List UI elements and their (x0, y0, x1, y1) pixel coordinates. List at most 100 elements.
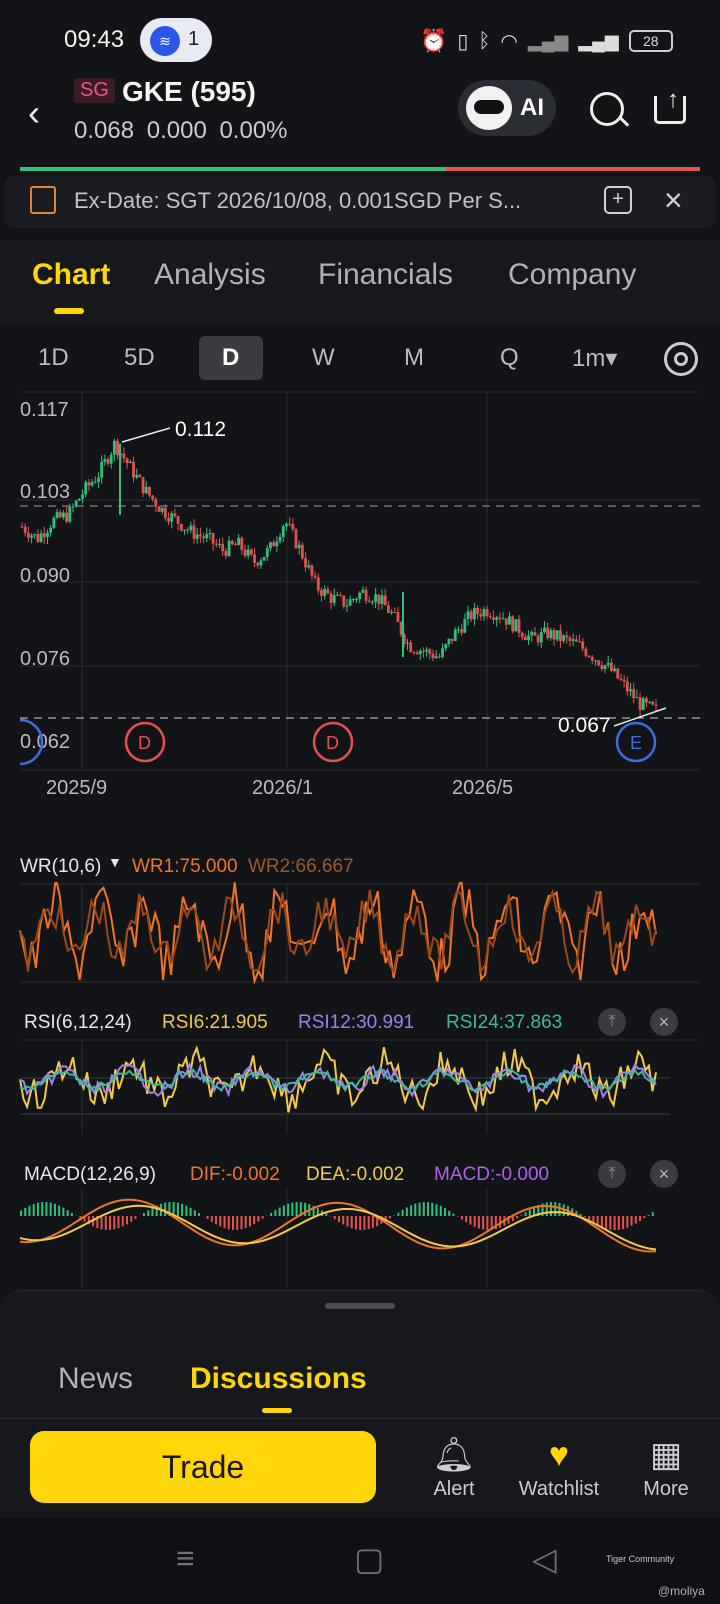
price-chart[interactable]: 0.117 0.103 0.090 0.076 0.062 2025/9 202… (0, 390, 720, 810)
high-price-label: 0.112 (175, 418, 226, 441)
candle-body (606, 662, 610, 666)
candle-body (571, 639, 575, 641)
candle-body (600, 665, 604, 669)
candle-body (616, 668, 620, 679)
candle-body (103, 459, 107, 462)
watchlist-button[interactable]: ♥ Watchlist (509, 1432, 609, 1501)
macd-bar (354, 1216, 357, 1230)
tab-discussions[interactable]: Discussions (190, 1362, 367, 1396)
period-m[interactable]: M (404, 344, 424, 372)
pin-top-icon[interactable]: ⤒ (598, 1008, 626, 1036)
period-d[interactable]: D (222, 344, 239, 372)
candle-body (246, 549, 250, 556)
rsi-indicator-name[interactable]: RSI(6,12,24) (24, 1012, 132, 1034)
period-1d[interactable]: 1D (38, 344, 69, 372)
macd-bar (435, 1204, 438, 1216)
macd-bar (53, 1203, 56, 1216)
tab-financials[interactable]: Financials (318, 258, 453, 292)
candle-body (323, 589, 327, 596)
macd-bar (634, 1216, 637, 1224)
period-q[interactable]: Q (500, 344, 519, 372)
period-5d[interactable]: 5D (124, 344, 155, 372)
candle-body (523, 637, 527, 640)
candle-body (20, 526, 24, 528)
macd-bar (647, 1215, 650, 1216)
candle-body (527, 635, 530, 640)
tab-company[interactable]: Company (508, 258, 636, 292)
candle-body (492, 617, 495, 620)
wr-indicator-name[interactable]: WR(10,6) (20, 856, 101, 878)
home-icon[interactable]: ▢ (354, 1540, 384, 1578)
tab-news[interactable]: News (58, 1362, 133, 1396)
calendar-add-icon[interactable]: + (604, 186, 632, 214)
heart-icon: ♥ (548, 1436, 570, 1474)
close-indicator-icon[interactable]: × (650, 1008, 678, 1036)
rsi6-line (19, 1045, 657, 1113)
macd-bar (109, 1216, 112, 1230)
menu-icon[interactable]: ≡ (176, 1540, 195, 1577)
macd-bar (359, 1216, 362, 1230)
macd-bar (295, 1202, 298, 1216)
macd-bar (363, 1216, 366, 1230)
candle-body (278, 536, 282, 542)
macd-bar (405, 1207, 408, 1216)
macd-bar (418, 1202, 421, 1216)
building-icon (30, 186, 56, 214)
macd-bar (32, 1203, 35, 1216)
candle-body (249, 549, 253, 555)
tab-chart[interactable]: Chart (32, 258, 110, 292)
x-tick-label: 2026/5 (452, 777, 513, 799)
candle-body (565, 635, 569, 638)
candle-body (128, 461, 132, 464)
macd-indicator-name[interactable]: MACD(12,26,9) (24, 1164, 156, 1186)
candle-body (36, 534, 40, 542)
candle-body (211, 533, 215, 544)
candle-body (425, 649, 429, 652)
candles-group (20, 438, 658, 717)
search-icon[interactable] (590, 92, 624, 126)
macd-bar (28, 1205, 31, 1216)
candle-body (390, 611, 393, 613)
candle-body (418, 650, 422, 655)
candle-body (218, 543, 221, 545)
macd-bar (253, 1216, 256, 1225)
macd-bar (130, 1216, 133, 1222)
macd-bar (617, 1216, 620, 1230)
tab-analysis[interactable]: Analysis (154, 258, 266, 292)
more-button[interactable]: ▦ More (616, 1432, 716, 1501)
candle-body (42, 533, 46, 538)
candle-body (49, 527, 53, 533)
candle-body (441, 648, 444, 658)
trade-button[interactable]: Trade (30, 1431, 376, 1503)
macd-bar (439, 1205, 442, 1216)
close-indicator-icon[interactable]: × (650, 1160, 678, 1188)
sheet-grabber[interactable] (325, 1303, 395, 1309)
candle-body (342, 595, 346, 607)
candle-body (597, 660, 601, 666)
macd-bar (270, 1212, 273, 1216)
macd-bar (70, 1212, 73, 1216)
back-nav-icon[interactable]: ◁ (532, 1540, 557, 1578)
period-w[interactable]: W (312, 344, 335, 372)
macd-bar (397, 1212, 400, 1216)
candle-body (645, 698, 648, 703)
close-icon[interactable]: × (664, 182, 683, 219)
candle-body (26, 532, 30, 538)
period-1m-dropdown[interactable]: 1m▾ (572, 344, 617, 373)
candle-body (466, 611, 470, 619)
candle-body (132, 461, 135, 478)
back-icon[interactable]: ‹ (28, 92, 40, 134)
macd-bar (477, 1216, 480, 1229)
macd-bar (193, 1210, 196, 1216)
wr2-line (19, 888, 657, 975)
wr-dropdown-icon[interactable]: ▼ (108, 854, 122, 870)
macd-bar (427, 1202, 430, 1216)
alert-button[interactable]: 🔔︎ Alert (404, 1432, 504, 1501)
candle-body (632, 689, 636, 699)
candle-body (141, 477, 145, 494)
candle-body (332, 595, 336, 603)
pin-top-icon[interactable]: ⤒ (598, 1160, 626, 1188)
candle-body (62, 512, 65, 518)
candle-body (189, 525, 193, 531)
candle-body (377, 594, 381, 605)
